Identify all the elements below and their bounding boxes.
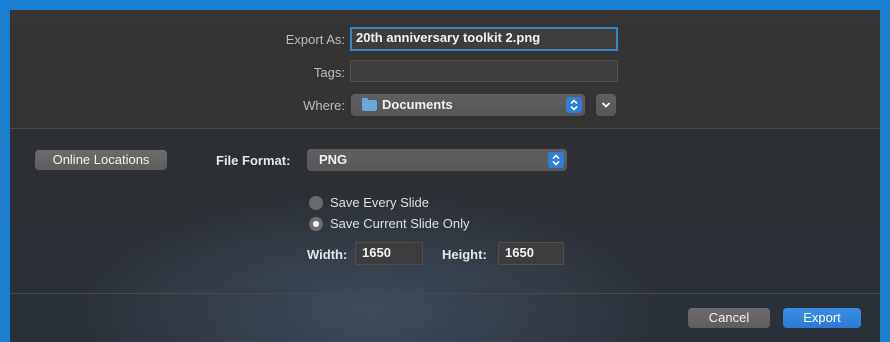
cancel-button[interactable]: Cancel (688, 308, 770, 328)
save-every-slide-label: Save Every Slide (330, 195, 429, 210)
up-down-chevron-icon (566, 97, 582, 113)
where-value: Documents (382, 97, 453, 112)
online-locations-button[interactable]: Online Locations (35, 150, 167, 170)
width-field[interactable]: 1650 (355, 242, 423, 265)
up-down-chevron-icon (548, 152, 564, 168)
file-format-label: File Format: (216, 153, 291, 168)
file-format-popup[interactable]: PNG (307, 149, 567, 171)
chevron-down-icon (599, 97, 613, 120)
width-label: Width: (307, 247, 348, 262)
save-current-slide-radio[interactable] (309, 217, 323, 231)
export-dialog: Export As: 20th anniversary toolkit 2.pn… (10, 10, 880, 342)
folder-icon (362, 98, 377, 111)
where-label: Where: (303, 98, 345, 113)
export-as-label: Export As: (285, 32, 345, 47)
save-current-slide-label: Save Current Slide Only (330, 216, 470, 231)
top-divider (10, 128, 880, 129)
tags-label: Tags: (313, 65, 345, 80)
save-every-slide-radio[interactable] (309, 196, 323, 210)
height-label: Height: (442, 247, 487, 262)
tags-field[interactable] (350, 60, 618, 82)
height-field[interactable]: 1650 (498, 242, 564, 265)
expand-browser-button[interactable] (596, 94, 616, 116)
where-popup[interactable]: Documents (351, 94, 585, 116)
export-button[interactable]: Export (783, 308, 861, 328)
export-as-field[interactable]: 20th anniversary toolkit 2.png (350, 27, 618, 51)
bottom-divider (10, 293, 880, 294)
file-format-value: PNG (319, 152, 348, 167)
